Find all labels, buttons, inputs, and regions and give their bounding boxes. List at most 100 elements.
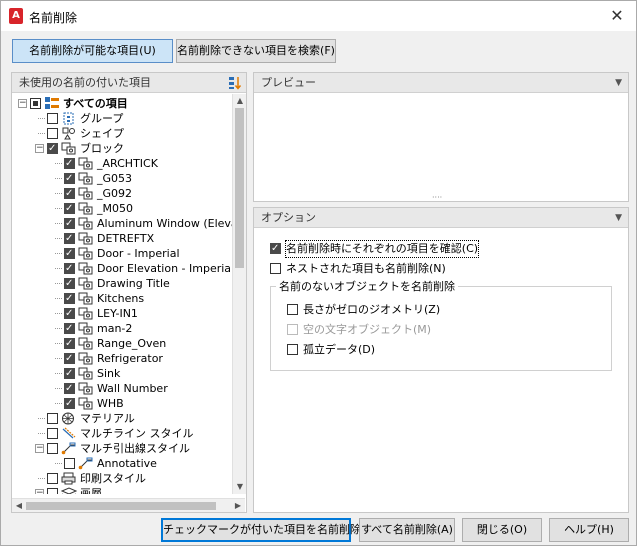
tree-row[interactable]: Wall Number — [12, 381, 245, 396]
tree-row[interactable]: _G092 — [12, 186, 245, 201]
tree-row[interactable]: man-2 — [12, 321, 245, 336]
scroll-up-icon[interactable]: ▲ — [233, 94, 247, 108]
tree-item-label: グループ — [80, 112, 124, 125]
tree-row[interactable]: Range_Oven — [12, 336, 245, 351]
collapse-options-icon[interactable]: ▼ — [615, 208, 622, 228]
tree-row[interactable]: Annotative — [12, 456, 245, 471]
options-header[interactable]: オプション ▼ — [254, 208, 628, 228]
tree-row[interactable]: Drawing Title — [12, 276, 245, 291]
tree-expander-icon[interactable]: − — [18, 99, 27, 108]
tree-connector — [55, 313, 62, 314]
tree-item-checkbox[interactable] — [64, 396, 75, 411]
block-icon — [78, 352, 94, 365]
scroll-left-icon[interactable]: ◀ — [12, 499, 26, 513]
close-window-icon[interactable]: ✕ — [606, 5, 628, 27]
tree-expander-icon[interactable]: − — [35, 144, 44, 153]
vertical-scroll-thumb[interactable] — [235, 108, 244, 268]
items-tree: − すべての項目グループシェイプ − ブロック _ARCHTICK _G053 _G092 _… — [12, 94, 245, 494]
tree-item-checkbox[interactable] — [64, 321, 75, 336]
tree-row[interactable]: Kitchens — [12, 291, 245, 306]
zero-length-label: 長さがゼロのジオメトリ(Z) — [303, 303, 441, 316]
collapse-preview-icon[interactable]: ▼ — [615, 73, 622, 93]
scroll-right-icon[interactable]: ▶ — [231, 499, 245, 513]
tree-connector — [55, 163, 62, 164]
tree-item-checkbox[interactable] — [30, 98, 41, 109]
tree-row[interactable]: マテリアル — [12, 411, 245, 426]
tree-item-label: _G092 — [97, 187, 133, 200]
tree-row[interactable]: − 画層 — [12, 486, 245, 494]
tree-item-checkbox[interactable] — [47, 443, 58, 454]
tree-item-checkbox[interactable] — [64, 366, 75, 381]
tree-expander-icon[interactable]: − — [35, 444, 44, 453]
tree-item-label: Kitchens — [97, 292, 145, 305]
preview-header[interactable]: プレビュー ▼ — [254, 73, 628, 93]
tree-row[interactable]: − ブロック — [12, 141, 245, 156]
scroll-down-icon[interactable]: ▼ — [233, 480, 247, 494]
tree-item-checkbox[interactable] — [47, 488, 58, 494]
sort-icon[interactable] — [228, 76, 242, 90]
tree-item-checkbox[interactable] — [64, 381, 75, 396]
tree-item-checkbox[interactable] — [47, 473, 58, 484]
tree-row[interactable]: DETREFTX — [12, 231, 245, 246]
tree-item-label: Drawing Title — [97, 277, 170, 290]
tree-row[interactable]: _G053 — [12, 171, 245, 186]
tree-row[interactable]: グループ — [12, 111, 245, 126]
tree-row[interactable]: − マルチ引出線スタイル — [12, 441, 245, 456]
tree-row[interactable]: マルチライン スタイル — [12, 426, 245, 441]
mleader-icon — [61, 442, 77, 455]
tree-item-checkbox[interactable] — [64, 458, 75, 469]
tree-item-checkbox[interactable] — [64, 351, 75, 366]
tree-row[interactable]: _M050 — [12, 201, 245, 216]
tree-item-checkbox[interactable] — [64, 261, 75, 276]
purgeable-items-button[interactable]: 名前削除が可能な項目(U) — [12, 39, 173, 63]
tree-vertical-scrollbar[interactable]: ▲ ▼ — [232, 94, 246, 494]
tree-row[interactable]: シェイプ — [12, 126, 245, 141]
tree-item-checkbox[interactable] — [47, 128, 58, 139]
tree-item-checkbox[interactable] — [64, 291, 75, 306]
confirm-each-label: 名前削除時にそれぞれの項目を確認(C) — [284, 240, 480, 258]
purge-all-button[interactable]: すべて名前削除(A) — [359, 518, 455, 542]
tree-item-checkbox[interactable] — [64, 231, 75, 246]
tree-row[interactable]: Refrigerator — [12, 351, 245, 366]
tree-row[interactable]: _ARCHTICK — [12, 156, 245, 171]
tree-item-checkbox[interactable] — [47, 141, 58, 156]
tree-item-checkbox[interactable] — [64, 306, 75, 321]
tree-item-checkbox[interactable] — [64, 156, 75, 171]
help-button[interactable]: ヘルプ(H) — [549, 518, 629, 542]
tree-row[interactable]: Door - Imperial — [12, 246, 245, 261]
orphaned-data-label: 孤立データ(D) — [303, 343, 376, 356]
tree-row[interactable]: − すべての項目 — [12, 96, 245, 111]
horizontal-scroll-thumb[interactable] — [26, 502, 216, 510]
close-button[interactable]: 閉じる(O) — [462, 518, 542, 542]
preview-panel: プレビュー ▼ ···· — [253, 72, 629, 202]
tree-row[interactable]: 印刷スタイル — [12, 471, 245, 486]
tree-item-checkbox[interactable] — [64, 186, 75, 201]
purge-nested-checkbox[interactable] — [270, 263, 281, 274]
tree-item-checkbox[interactable] — [47, 413, 58, 424]
tree-item-checkbox[interactable] — [64, 171, 75, 186]
tree-item-checkbox[interactable] — [64, 216, 75, 231]
block-icon — [78, 307, 94, 320]
tree-item-checkbox[interactable] — [64, 276, 75, 291]
tree-row[interactable]: Aluminum Window (Elevatio — [12, 216, 245, 231]
tree-item-checkbox[interactable] — [47, 113, 58, 124]
tree-row[interactable]: Sink — [12, 366, 245, 381]
purge-checked-button[interactable]: チェックマークが付いた項目を名前削除(P) — [161, 518, 376, 542]
tree-expander-icon[interactable]: − — [35, 489, 44, 494]
tree-row[interactable]: Door Elevation - Imperial — [12, 261, 245, 276]
block-icon — [78, 202, 94, 215]
tree-row[interactable]: WHB — [12, 396, 245, 411]
shape-icon — [61, 127, 77, 140]
find-unpurgeable-button[interactable]: 名前削除できない項目を検索(F) — [176, 39, 336, 63]
tree-item-label: マルチライン スタイル — [80, 427, 194, 440]
tree-item-checkbox[interactable] — [64, 201, 75, 216]
tree-item-checkbox[interactable] — [64, 336, 75, 351]
tree-item-checkbox[interactable] — [47, 428, 58, 439]
tree-row[interactable]: LEY-IN1 — [12, 306, 245, 321]
tree-horizontal-scrollbar[interactable]: ◀ ▶ — [12, 498, 245, 512]
zero-length-checkbox[interactable] — [287, 304, 298, 315]
orphaned-data-checkbox[interactable] — [287, 344, 298, 355]
confirm-each-checkbox[interactable] — [270, 241, 281, 257]
preview-splitter-icon[interactable]: ···· — [432, 194, 450, 202]
tree-item-checkbox[interactable] — [64, 246, 75, 261]
